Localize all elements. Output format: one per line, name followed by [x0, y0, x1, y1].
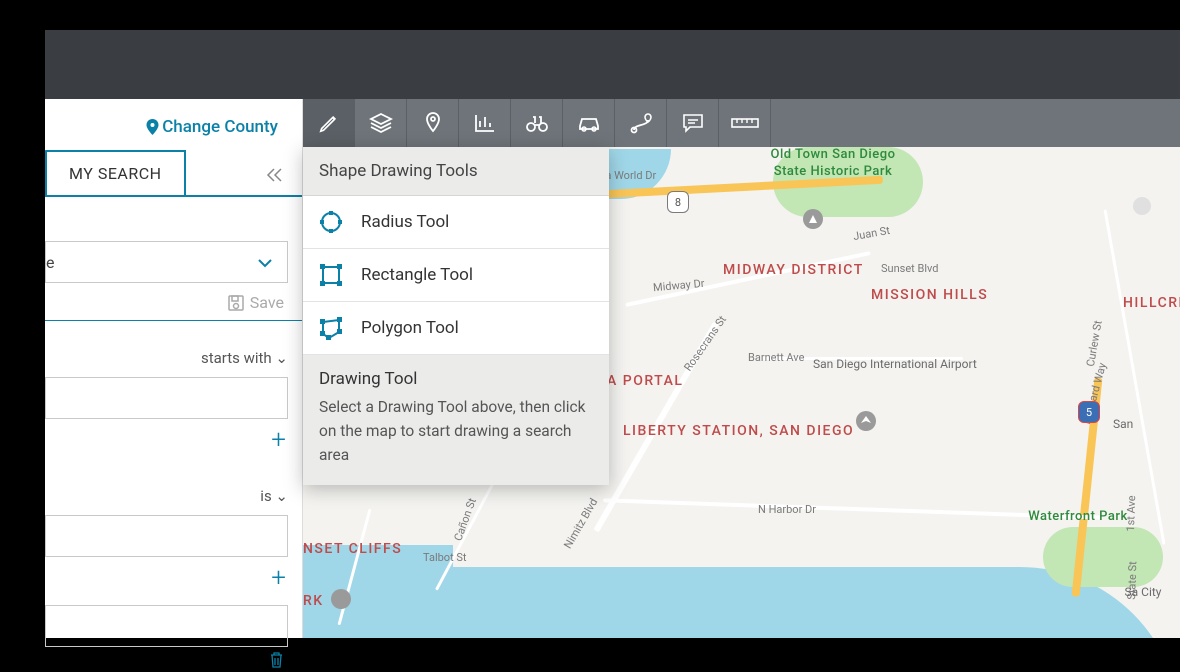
location-pin-icon — [146, 119, 159, 135]
panel-footer-description: Select a Drawing Tool above, then click … — [319, 395, 593, 467]
add-filter-2-button[interactable]: + — [45, 557, 302, 597]
polygon-tool-item[interactable]: Polygon Tool — [303, 302, 609, 355]
pin-tool-button[interactable] — [407, 99, 459, 147]
filter-input-3[interactable] — [45, 605, 288, 647]
filter-operator-2[interactable]: is ⌄ — [45, 459, 302, 511]
chevron-down-icon — [257, 253, 273, 272]
district-label: RK — [303, 593, 324, 609]
save-button[interactable]: Save — [45, 283, 302, 320]
rectangle-icon — [319, 263, 343, 287]
district-label: MISSION HILLS — [871, 287, 988, 303]
save-icon — [228, 295, 244, 311]
route-icon — [629, 112, 653, 134]
panel-item-label: Polygon Tool — [361, 318, 459, 338]
district-label: HILLCRE — [1123, 295, 1180, 311]
map-area: Sea World Dr Midway Dr Rosecrans St Juan… — [303, 99, 1180, 638]
dropdown-value: e — [46, 253, 54, 272]
highway-shield: 5 — [1078, 401, 1100, 423]
route-tool-button[interactable] — [615, 99, 667, 147]
district-label: NSET CLIFFS — [303, 541, 402, 557]
chart-tool-button[interactable] — [459, 99, 511, 147]
filter-operator-1[interactable]: starts with ⌄ — [45, 321, 302, 373]
draw-tool-button[interactable] — [303, 99, 355, 147]
tab-label: MY SEARCH — [69, 164, 162, 183]
comment-icon — [682, 113, 704, 133]
poi-marker-icon — [1133, 197, 1151, 215]
road-label: Sunset Blvd — [881, 262, 939, 275]
collapse-sidebar-button[interactable] — [266, 167, 302, 195]
rectangle-tool-item[interactable]: Rectangle Tool — [303, 249, 609, 302]
comment-tool-button[interactable] — [667, 99, 719, 147]
poi-label: Waterfront Park — [1028, 509, 1128, 525]
binoculars-icon — [524, 113, 550, 133]
car-icon — [576, 114, 602, 132]
bar-chart-icon — [474, 113, 496, 133]
road-label: Curlew St — [1084, 319, 1105, 367]
map-pin-icon — [424, 111, 442, 135]
poi-label: San — [1113, 417, 1133, 431]
road-label: Barnett Ave — [748, 351, 804, 364]
ruler-icon — [731, 116, 759, 130]
ruler-tool-button[interactable] — [719, 99, 771, 147]
panel-header: Shape Drawing Tools — [303, 147, 609, 196]
car-tool-button[interactable] — [563, 99, 615, 147]
shape-tools-panel: Shape Drawing Tools Radius Tool Rectangl… — [303, 147, 609, 485]
tab-my-search[interactable]: MY SEARCH — [45, 150, 186, 195]
panel-item-label: Rectangle Tool — [361, 265, 473, 285]
binoculars-tool-button[interactable] — [511, 99, 563, 147]
change-county-link[interactable]: Change County — [45, 99, 302, 149]
panel-item-label: Radius Tool — [361, 212, 449, 232]
search-type-dropdown[interactable]: e — [45, 241, 288, 283]
road-label: Nimitz Blvd — [561, 496, 600, 551]
district-label: MIDWAY DISTRICT — [723, 261, 864, 279]
trash-icon — [269, 651, 284, 668]
road-label: N Harbor Dr — [758, 503, 816, 516]
layers-icon — [369, 112, 393, 134]
panel-footer: Drawing Tool Select a Drawing Tool above… — [303, 355, 609, 485]
plus-icon: + — [271, 563, 286, 593]
polygon-icon — [319, 316, 343, 340]
save-label: Save — [250, 293, 284, 312]
delete-filter-button[interactable] — [45, 647, 302, 672]
filter-input-1[interactable] — [45, 377, 288, 419]
map-toolbar — [303, 99, 1180, 147]
layers-tool-button[interactable] — [355, 99, 407, 147]
change-county-label: Change County — [162, 117, 278, 137]
district-label: A PORTAL — [607, 373, 683, 389]
poi-marker-icon — [803, 209, 823, 229]
search-sidebar: Change County MY SEARCH e Save — [45, 99, 303, 638]
road-label: Talbot St — [423, 551, 467, 564]
airport-marker-icon — [856, 411, 876, 431]
highway-shield: 8 — [667, 191, 689, 213]
panel-footer-title: Drawing Tool — [319, 369, 593, 389]
poi-marker-icon — [331, 589, 351, 609]
add-filter-1-button[interactable]: + — [45, 419, 302, 459]
radius-tool-item[interactable]: Radius Tool — [303, 196, 609, 249]
district-label: LIBERTY STATION, SAN DIEGO — [623, 422, 743, 441]
filter-input-2[interactable] — [45, 515, 288, 557]
poi-label: Sa City — [1123, 585, 1163, 599]
poi-label: Old Town San Diego State Historic Park — [763, 147, 903, 181]
road-label: Juan St — [852, 224, 891, 243]
road-label: Rosecrans St — [681, 313, 729, 373]
pencil-icon — [318, 112, 340, 134]
app-header — [45, 30, 1180, 99]
plus-icon: + — [271, 425, 286, 455]
radius-icon — [319, 210, 343, 234]
chevron-double-left-icon — [266, 167, 284, 183]
poi-label: San Diego International Airport — [813, 357, 923, 373]
